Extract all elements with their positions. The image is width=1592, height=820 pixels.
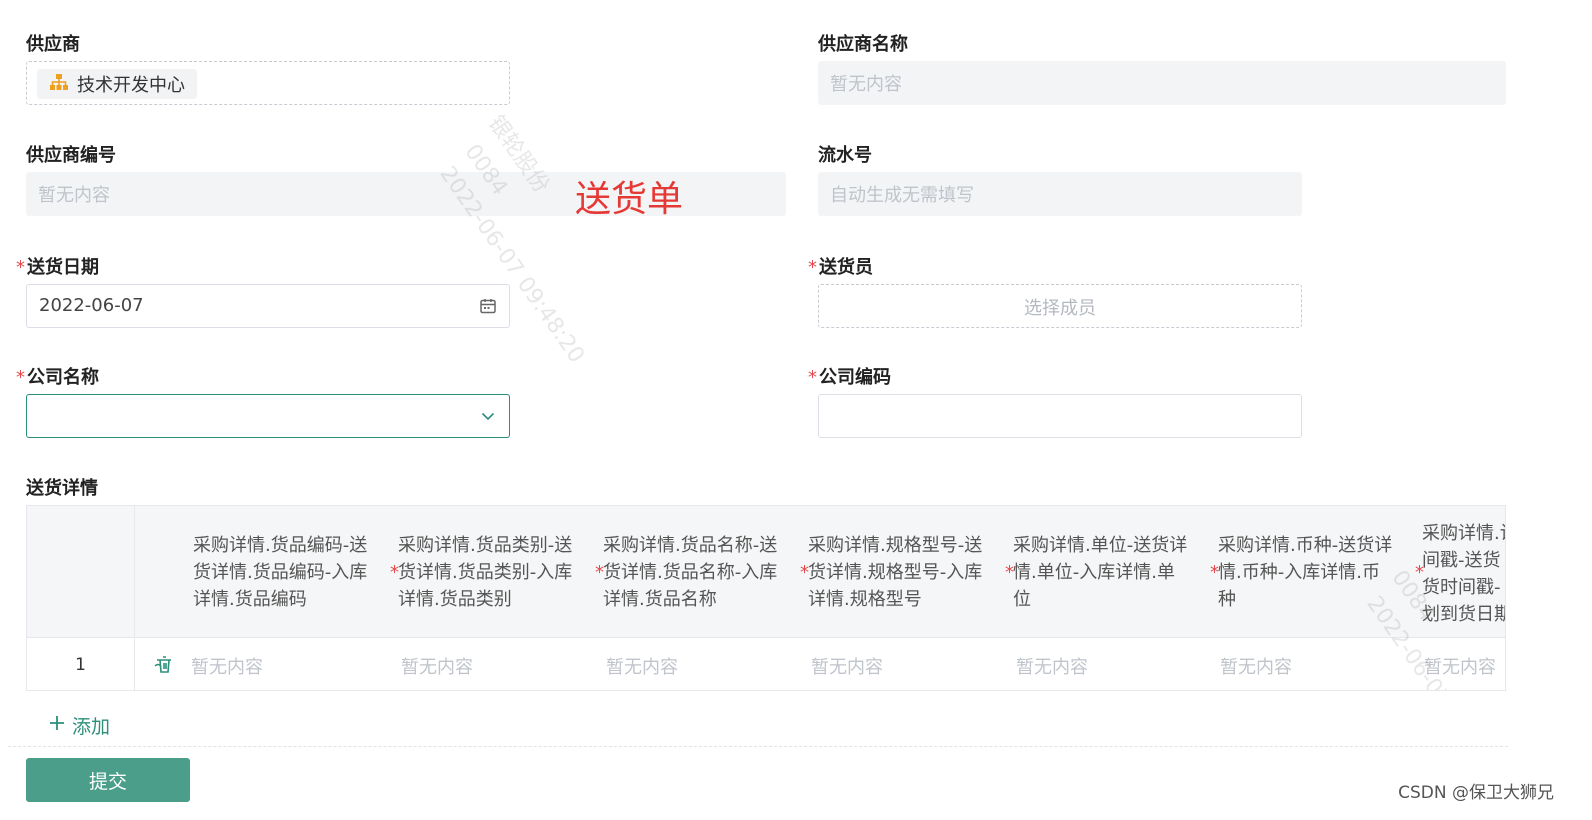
supplier-field[interactable]: 技术开发中心 — [26, 61, 510, 105]
add-row-label: 添加 — [72, 716, 111, 738]
select-member-button[interactable]: 选择成员 — [818, 284, 1302, 328]
delivery-person-label: * 送货员 — [808, 257, 873, 278]
column-header: 采购详情.规格型号-送 货详情.规格型号-入库 详情.规格型号 * — [808, 535, 1014, 610]
supplier-label: 供应商 — [26, 34, 80, 55]
table-cell[interactable]: 暂无内容 — [811, 653, 883, 679]
column-header: 采购详情.货品名称-送 货详情.货品名称-入库 详情.货品名称 * — [603, 535, 809, 610]
supplier-code-placeholder: 暂无内容 — [38, 185, 110, 206]
index-column-header — [27, 506, 135, 637]
divider — [8, 746, 1508, 747]
org-tree-icon — [49, 73, 69, 96]
footer-credit: CSDN @保卫大狮兄 — [1398, 783, 1554, 803]
table-cell[interactable]: 暂无内容 — [1016, 653, 1088, 679]
table-cell[interactable]: 暂无内容 — [191, 653, 263, 679]
company-name-select[interactable] — [26, 394, 510, 438]
serial-no-field: 自动生成无需填写 — [818, 172, 1302, 216]
table-row: 1 暂无内容 暂无内容 暂无内容 暂无内容 暂无内容 暂无内容 暂无内容 — [27, 638, 1505, 690]
delivery-details-table: 采购详情.货品编码-送 货详情.货品编码-入库 详情.货品编码 * 采购详情.货品类… — [26, 505, 1506, 691]
add-row-button[interactable]: 添加 — [48, 712, 110, 739]
delivery-details-label: 送货详情 — [26, 478, 98, 499]
select-member-placeholder: 选择成员 — [1024, 298, 1096, 319]
table-cell[interactable]: 暂无内容 — [606, 653, 678, 679]
delivery-date-label: * 送货日期 — [16, 257, 99, 278]
chevron-down-icon[interactable] — [479, 407, 497, 430]
row-index: 1 — [27, 638, 135, 690]
table-cell[interactable]: 暂无内容 — [1220, 653, 1292, 679]
table-header: 采购详情.货品编码-送 货详情.货品编码-入库 详情.货品编码 * 采购详情.货品类… — [27, 506, 1505, 638]
column-header: 采购详情.单位-送货详 情.单位-入库详情.单位 * — [1013, 535, 1219, 610]
delivery-date-value: 2022-06-07 — [39, 295, 144, 316]
column-header: 采购详情.货品类别-送 货详情.货品类别-入库 详情.货品类别 * — [398, 535, 604, 610]
column-header: 采购详情.货品编码-送 货详情.货品编码-入库 详情.货品编码 * — [193, 535, 399, 610]
company-name-label: * 公司名称 — [16, 367, 99, 388]
plus-icon — [48, 714, 66, 737]
supplier-name-field: 暂无内容 — [818, 61, 1506, 105]
company-code-input[interactable] — [818, 394, 1302, 438]
company-code-label: * 公司编码 — [808, 367, 891, 388]
document-title: 送货单 — [575, 179, 684, 220]
supplier-chip[interactable]: 技术开发中心 — [37, 69, 197, 99]
serial-no-label: 流水号 — [818, 145, 872, 166]
table-cell[interactable]: 暂无内容 — [401, 653, 473, 679]
serial-no-placeholder: 自动生成无需填写 — [830, 185, 974, 206]
action-column-header — [135, 506, 191, 637]
supplier-name-label: 供应商名称 — [818, 34, 908, 55]
supplier-name-placeholder: 暂无内容 — [830, 74, 902, 95]
supplier-code-label: 供应商编号 — [26, 145, 116, 166]
calendar-icon[interactable] — [479, 297, 497, 320]
supplier-chip-text: 技术开发中心 — [77, 75, 185, 96]
delete-row-icon[interactable] — [153, 654, 177, 680]
submit-button[interactable]: 提交 — [26, 758, 190, 802]
delivery-date-picker[interactable]: 2022-06-07 — [26, 284, 510, 328]
